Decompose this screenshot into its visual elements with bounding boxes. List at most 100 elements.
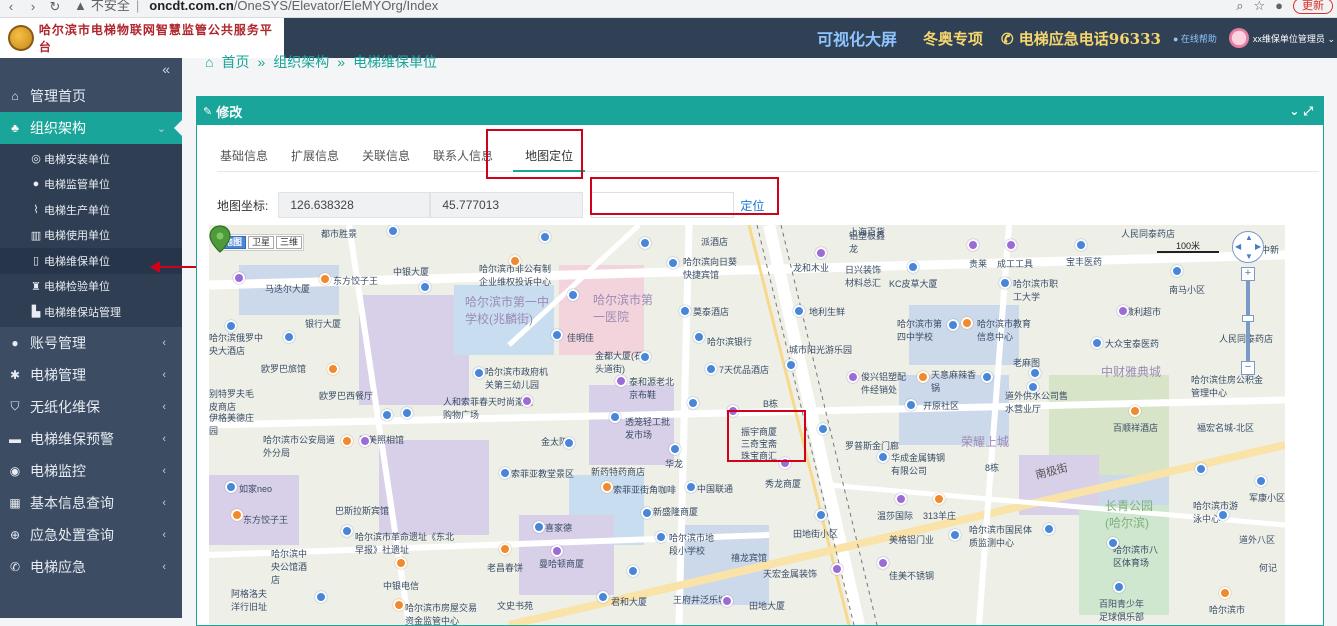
poi-icon[interactable] <box>1219 587 1231 599</box>
sidebar-item-paperless[interactable]: ⛉ 无纸化维保 ‹ <box>0 391 182 423</box>
poi-icon[interactable] <box>639 237 651 249</box>
poi-icon[interactable] <box>393 599 405 611</box>
poi-icon[interactable] <box>509 255 521 267</box>
expand-icon[interactable]: ⤢ <box>1303 104 1317 118</box>
sidebar-item-emergency[interactable]: ✆ 电梯应急 ‹ <box>0 551 182 583</box>
poi-icon[interactable] <box>981 371 993 383</box>
poi-icon[interactable] <box>359 435 371 447</box>
poi-icon[interactable] <box>999 277 1011 289</box>
sidebar-item-home[interactable]: ⌂ 管理首页 <box>0 80 182 112</box>
sidebar-subitem-inspection[interactable]: ♜ 电梯检验单位 <box>0 274 182 300</box>
poi-icon[interactable] <box>395 557 407 569</box>
profile-icon[interactable]: ● <box>1275 0 1283 13</box>
poi-icon[interactable] <box>667 257 679 269</box>
poi-icon[interactable] <box>473 367 485 379</box>
sidebar-item-elevator[interactable]: ✱ 电梯管理 ‹ <box>0 359 182 391</box>
poi-icon[interactable] <box>225 481 237 493</box>
poi-icon[interactable] <box>597 591 609 603</box>
poi-icon[interactable] <box>539 231 551 243</box>
breadcrumb-item[interactable]: 首页 <box>221 52 249 72</box>
poi-icon[interactable] <box>639 351 651 363</box>
latitude-field[interactable]: 45.777013 <box>430 192 584 218</box>
poi-icon[interactable] <box>601 481 613 493</box>
user-menu[interactable]: xx维保单位管理员 ⌄ <box>1253 32 1335 45</box>
pan-up-icon[interactable]: ▲ <box>1245 233 1253 242</box>
poi-icon[interactable] <box>933 493 945 505</box>
poi-icon[interactable] <box>815 509 827 521</box>
tab-related-info[interactable]: 关联信息 <box>359 137 422 172</box>
map-pan-control[interactable]: ▲ ▼ ◀ ▶ <box>1232 231 1264 263</box>
help-link[interactable]: ● 在线帮助 <box>1173 32 1217 45</box>
poi-icon[interactable] <box>847 371 859 383</box>
poi-icon[interactable] <box>567 289 579 301</box>
longitude-field[interactable]: 126.638328 <box>278 192 431 218</box>
poi-icon[interactable] <box>949 529 961 541</box>
poi-icon[interactable] <box>1217 509 1229 521</box>
tab-basic-info[interactable]: 基础信息 <box>217 137 280 172</box>
map-type-3d[interactable]: 三维 <box>276 236 303 249</box>
collapse-icon[interactable]: ⌄ <box>1289 104 1303 118</box>
map-view[interactable]: 地图 卫星 三维 都市胜景 中银大厦 哈尔滨市非公有制企业维权投诉中心 派酒店 … <box>209 225 1285 625</box>
poi-icon[interactable] <box>721 595 733 607</box>
poi-icon[interactable] <box>1107 537 1119 549</box>
address-bar[interactable]: ▲ 不安全 | oncdt.com.cn /OneSYS/Elevator/El… <box>74 0 438 12</box>
poi-icon[interactable] <box>831 563 843 575</box>
poi-icon[interactable] <box>1091 337 1103 349</box>
poi-icon[interactable] <box>877 557 889 569</box>
poi-icon[interactable] <box>319 273 331 285</box>
tab-extended-info[interactable]: 扩展信息 <box>288 137 351 172</box>
sidebar-subitem-produce[interactable]: ⌇ 电梯生产单位 <box>0 197 182 223</box>
update-button[interactable]: 更新 <box>1293 0 1333 14</box>
poi-icon[interactable] <box>1113 581 1125 593</box>
poi-icon[interactable] <box>1027 381 1039 393</box>
emergency-phone-link[interactable]: ✆ 电梯应急电话96333 <box>1001 28 1161 49</box>
poi-icon[interactable] <box>327 363 339 375</box>
zoom-slider-thumb[interactable] <box>1242 315 1254 322</box>
poi-icon[interactable] <box>615 375 627 387</box>
sidebar-item-monitor[interactable]: ◉ 电梯监控 ‹ <box>0 455 182 487</box>
poi-icon[interactable] <box>419 281 431 293</box>
poi-icon[interactable] <box>499 543 511 555</box>
poi-icon[interactable] <box>967 239 979 251</box>
poi-icon[interactable] <box>785 359 797 371</box>
poi-icon[interactable] <box>693 331 705 343</box>
breadcrumb-item[interactable]: 组织架构 <box>273 52 329 72</box>
poi-icon[interactable] <box>917 371 929 383</box>
poi-icon[interactable] <box>793 305 805 317</box>
poi-icon[interactable] <box>641 507 653 519</box>
poi-icon[interactable] <box>1171 265 1183 277</box>
poi-icon[interactable] <box>1195 463 1207 475</box>
poi-icon[interactable] <box>225 320 237 332</box>
pan-left-icon[interactable]: ◀ <box>1235 242 1241 251</box>
zoom-icon[interactable]: ⌕ <box>1236 0 1243 14</box>
zoom-out-button[interactable]: − <box>1241 361 1255 375</box>
poi-icon[interactable] <box>521 395 533 407</box>
poi-icon[interactable] <box>401 407 413 419</box>
poi-icon[interactable] <box>655 531 667 543</box>
pan-right-icon[interactable]: ▶ <box>1255 242 1261 251</box>
sidebar-subitem-install[interactable]: ◎ 电梯安装单位 <box>0 146 182 172</box>
poi-icon[interactable] <box>551 545 563 557</box>
poi-icon[interactable] <box>961 317 973 329</box>
poi-icon[interactable] <box>685 481 697 493</box>
zoom-slider[interactable] <box>1242 281 1254 361</box>
reload-icon[interactable]: ↻ <box>44 0 66 17</box>
poi-icon[interactable] <box>627 565 639 577</box>
sidebar-item-emergency-query[interactable]: ⊕ 应急处置查询 ‹ <box>0 519 182 551</box>
sidebar-item-warning[interactable]: ▬ 电梯维保预警 ‹ <box>0 423 182 455</box>
poi-icon[interactable] <box>387 225 399 237</box>
sidebar-subitem-supervise[interactable]: ● 电梯监管单位 <box>0 172 182 198</box>
poi-icon[interactable] <box>283 331 295 343</box>
poi-icon[interactable] <box>551 329 563 341</box>
poi-icon[interactable] <box>533 521 545 533</box>
sidebar-subitem-use[interactable]: ▥ 电梯使用单位 <box>0 223 182 249</box>
poi-icon[interactable] <box>669 443 681 455</box>
poi-icon[interactable] <box>905 399 917 411</box>
poi-icon[interactable] <box>341 435 353 447</box>
poi-icon[interactable] <box>895 493 907 505</box>
sidebar-item-account[interactable]: ● 账号管理 ‹ <box>0 327 182 359</box>
big-screen-link[interactable]: 可视化大屏 <box>817 26 897 50</box>
avatar[interactable] <box>1228 28 1249 48</box>
sidebar-item-basic-query[interactable]: ▦ 基本信息查询 ‹ <box>0 487 182 519</box>
poi-icon[interactable] <box>381 409 393 421</box>
